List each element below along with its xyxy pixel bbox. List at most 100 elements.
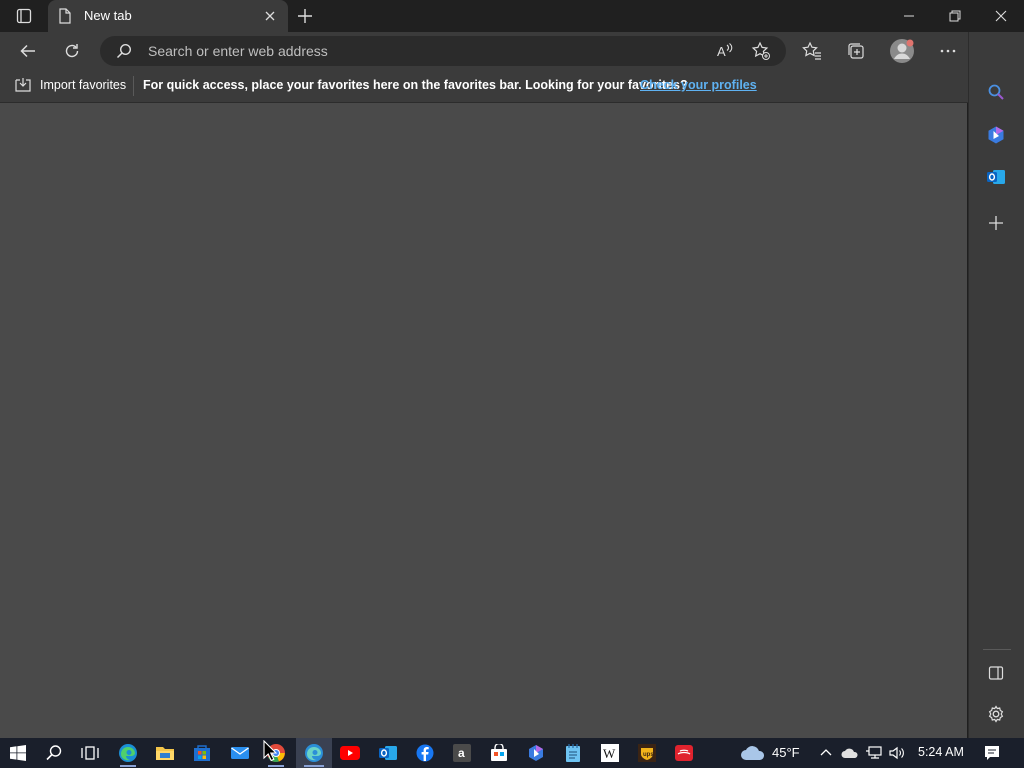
taskbar-search-button[interactable]	[42, 741, 66, 765]
sidebar-search-button[interactable]	[981, 77, 1011, 107]
favorites-button[interactable]	[797, 36, 827, 66]
edge-running-indicator	[120, 765, 136, 767]
taskbar-ups-button[interactable]: ups	[635, 741, 659, 765]
windows-icon	[10, 745, 26, 761]
taskbar: a W ups 45°F 5:24 AM	[0, 738, 1024, 768]
svg-text:W: W	[603, 746, 616, 761]
svg-text:a: a	[458, 746, 465, 760]
page-content	[0, 103, 967, 738]
import-favorites-label: Import favorites	[40, 78, 127, 92]
close-tab-icon[interactable]	[262, 8, 278, 24]
edge-sidebar	[968, 32, 1024, 738]
onedrive-icon	[841, 748, 858, 758]
settings-icon	[988, 705, 1004, 723]
notification-icon	[985, 746, 999, 760]
show-hidden-icons-button[interactable]	[814, 741, 838, 765]
taskbar-amazon-button[interactable]: a	[450, 741, 474, 765]
volume-button[interactable]	[885, 741, 909, 765]
taskbar-notepad-button[interactable]	[561, 741, 585, 765]
taskbar-outlook-button[interactable]	[376, 741, 400, 765]
tab-actions-icon	[16, 8, 32, 24]
outlook-icon	[379, 746, 397, 760]
task-view-button[interactable]	[78, 741, 102, 765]
import-favorites-button[interactable]: Import favorites	[14, 77, 126, 93]
taskbar-mail-button[interactable]	[228, 741, 252, 765]
tab-title: New tab	[84, 8, 132, 23]
sidebar-settings-button[interactable]	[981, 699, 1011, 729]
sidebar-copilot-button[interactable]	[981, 120, 1011, 150]
address-input[interactable]: Search or enter web address	[148, 43, 328, 59]
taskbar-store-button[interactable]	[190, 741, 214, 765]
taskbar-bag-app-button[interactable]	[487, 741, 511, 765]
tab-new-tab[interactable]: New tab	[48, 0, 288, 32]
toolbar: Search or enter web address A	[0, 32, 968, 70]
mouse-cursor	[263, 740, 277, 762]
svg-text:A: A	[717, 44, 726, 59]
network-icon	[866, 746, 882, 759]
mail-icon	[231, 747, 249, 759]
edge-beta-icon	[305, 744, 323, 762]
network-button[interactable]	[862, 741, 886, 765]
taskbar-youtube-button[interactable]	[338, 741, 362, 765]
chrome-running-indicator	[268, 765, 284, 767]
import-icon	[15, 78, 31, 92]
back-icon	[20, 44, 35, 58]
title-bar: New tab	[0, 0, 1024, 32]
facebook-icon	[416, 744, 434, 762]
refresh-button[interactable]	[57, 36, 87, 66]
sidebar-divider	[983, 649, 1011, 650]
new-tab-button[interactable]	[294, 5, 316, 27]
notifications-button[interactable]	[980, 741, 1004, 765]
search-icon	[46, 745, 62, 761]
profile-button[interactable]	[887, 36, 917, 66]
more-icon	[940, 49, 956, 53]
add-icon	[989, 216, 1003, 230]
cloud-icon	[741, 746, 765, 760]
clock[interactable]: 5:24 AM	[918, 745, 964, 759]
minimize-button[interactable]	[886, 0, 932, 32]
sidebar-add-button[interactable]	[981, 208, 1011, 238]
favorites-bar-message: For quick access, place your favorites h…	[143, 78, 688, 92]
favorites-bar: Import favorites For quick access, place…	[0, 70, 968, 103]
taskbar-edge-beta-button[interactable]	[302, 741, 326, 765]
refresh-icon	[65, 44, 79, 58]
taskbar-edge-button[interactable]	[116, 741, 140, 765]
outlook-icon	[987, 170, 1005, 184]
favorites-divider	[133, 76, 134, 96]
search-icon	[116, 43, 132, 59]
check-profiles-link[interactable]: Check your profiles	[640, 78, 757, 92]
taskbar-copilot-button[interactable]	[524, 741, 548, 765]
minimize-icon	[904, 15, 914, 17]
add-favorite-icon[interactable]	[751, 41, 771, 61]
taskbar-wikipedia-button[interactable]: W	[598, 741, 622, 765]
hide-sidebar-icon	[988, 666, 1004, 680]
amazon-icon: a	[453, 744, 471, 762]
taskbar-facebook-button[interactable]	[413, 741, 437, 765]
copilot-icon	[529, 745, 543, 761]
start-button[interactable]	[6, 741, 30, 765]
weather-temp[interactable]: 45°F	[772, 745, 800, 760]
chevron-up-icon	[820, 749, 832, 756]
onedrive-button[interactable]	[838, 741, 862, 765]
back-button[interactable]	[13, 36, 43, 66]
weather-widget[interactable]	[738, 741, 768, 765]
hide-sidebar-button[interactable]	[981, 658, 1011, 688]
restore-icon	[949, 10, 961, 22]
store-icon	[194, 745, 210, 761]
page-icon	[59, 8, 71, 24]
collections-icon	[848, 43, 864, 59]
edge-icon	[119, 744, 137, 762]
tab-actions-button[interactable]	[8, 4, 40, 28]
read-aloud-icon[interactable]: A	[715, 41, 735, 61]
copilot-icon	[988, 126, 1004, 144]
folder-icon	[156, 747, 174, 760]
taskbar-file-explorer-button[interactable]	[153, 741, 177, 765]
sidebar-outlook-button[interactable]	[981, 162, 1011, 192]
close-window-button[interactable]	[978, 0, 1024, 32]
address-bar[interactable]: Search or enter web address A	[100, 36, 786, 66]
notepad-icon	[566, 744, 580, 762]
collections-button[interactable]	[841, 36, 871, 66]
more-button[interactable]	[933, 36, 963, 66]
taskbar-red-app-button[interactable]	[672, 741, 696, 765]
restore-button[interactable]	[932, 0, 978, 32]
